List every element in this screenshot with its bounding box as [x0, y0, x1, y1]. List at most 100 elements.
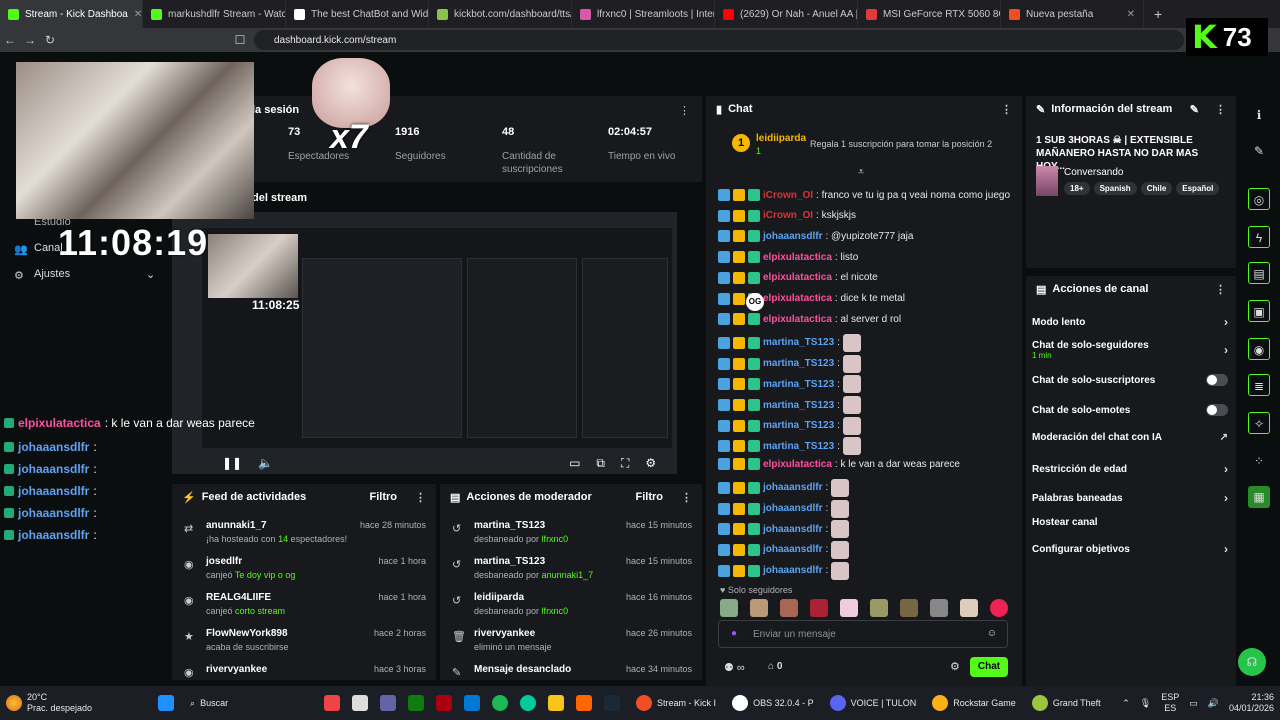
mic-icon[interactable]: 🎙 — [1140, 698, 1151, 709]
mod-item[interactable]: ↺ martina_TS123 desbaneado por lfrxnc0 hace… — [440, 520, 702, 556]
chat-bubble-icon[interactable]: ▣ — [1248, 300, 1270, 322]
feed-filter-button[interactable]: Filtro — [370, 491, 398, 503]
menu-icon[interactable]: ⋮ — [1215, 103, 1226, 116]
forward-icon[interactable]: → — [20, 33, 40, 47]
windows-start-icon[interactable] — [158, 695, 175, 711]
browser-tab[interactable]: (2629) Or Nah - Anuel AA | Sp✕ — [715, 0, 858, 28]
chat-message[interactable]: martina_TS123: — [718, 354, 861, 373]
emote[interactable] — [720, 599, 738, 617]
pip-icon[interactable]: ⧉ — [596, 456, 605, 471]
chat-message[interactable]: elpixulatactica: el nicote — [718, 271, 878, 284]
wrench-icon[interactable]: ✧ — [1248, 412, 1270, 434]
chat-message[interactable]: elpixulatactica: k le van a dar weas par… — [718, 458, 960, 471]
edit-icon[interactable]: ✎ — [1248, 140, 1270, 162]
browser-tab[interactable]: Stream - Kick Dashboa ✕ — [0, 0, 143, 28]
menu-icon[interactable]: ⋮ — [681, 491, 692, 504]
emoji-icon[interactable]: ☺ — [987, 628, 997, 639]
channel-action[interactable]: Restricción de edad › — [1032, 462, 1228, 476]
channel-action[interactable]: Chat de solo-seguidores 1 min › — [1032, 340, 1228, 360]
chat-message[interactable]: johaaansdlfr: — [718, 540, 850, 559]
nav-ajustes[interactable]: Ajustes — [34, 268, 70, 280]
chat-username[interactable]: elpixulatactica — [763, 459, 832, 470]
tag-pill[interactable]: Español — [1176, 182, 1220, 195]
camera-icon[interactable]: ◎ — [1248, 188, 1270, 210]
theater-icon[interactable]: ▭ — [569, 456, 580, 470]
toggle-switch[interactable] — [1206, 404, 1228, 416]
list-icon[interactable]: ≣ — [1248, 374, 1270, 396]
gift-icon[interactable]: ▦ — [1248, 486, 1270, 508]
broadcast-icon[interactable]: ◉ — [1248, 338, 1270, 360]
gift-promo-text[interactable]: Regala 1 suscripción para tomar la posic… — [810, 139, 992, 149]
copilot-icon[interactable] — [324, 695, 341, 711]
emote[interactable] — [870, 599, 888, 617]
taskbar-search[interactable]: ⌕ Buscar — [184, 686, 324, 720]
chat-input[interactable]: ● Enviar un mensaje ☺ — [718, 620, 1008, 648]
network-icon[interactable]: ▭ — [1189, 698, 1198, 709]
chat-username[interactable]: johaaansdlfr — [763, 503, 822, 514]
chat-username[interactable]: martina_TS123 — [763, 420, 834, 431]
tag-pill[interactable]: Chile — [1140, 182, 1173, 195]
clock[interactable]: 21:36 04/01/2026 — [1229, 692, 1274, 714]
menu-icon[interactable]: ⋮ — [415, 491, 426, 504]
send-chat-button[interactable]: Chat — [970, 657, 1008, 677]
chat-username[interactable]: elpixulatactica — [763, 252, 832, 263]
volume-icon[interactable]: 🔈 — [258, 456, 273, 470]
chat-username[interactable]: martina_TS123 — [763, 441, 834, 452]
chat-message[interactable]: johaaansdlfr: @yupizote777 jaja — [718, 230, 913, 243]
chat-message[interactable]: elpixulatactica: listo — [718, 251, 858, 264]
browser-tab[interactable]: Nueva pestaña ✕ — [1001, 0, 1144, 28]
edge-icon[interactable] — [520, 695, 537, 711]
taskbar-app[interactable]: Rockstar Game — [926, 686, 1022, 720]
language-indicator[interactable]: ESP ES — [1161, 692, 1179, 714]
gifter-name[interactable]: leidiiparda — [756, 133, 806, 144]
chat-message[interactable]: johaaansdlfr: — [718, 561, 850, 580]
taskbar-app[interactable]: OBS 32.0.4 - P — [726, 686, 820, 720]
chat-username[interactable]: iCrown_OI — [763, 190, 813, 201]
steam-icon[interactable] — [604, 695, 621, 711]
feed-item[interactable]: ★ FlowNewYork898 acaba de suscribirse hace … — [172, 628, 436, 664]
back-icon[interactable]: ← — [0, 33, 20, 47]
chat-message[interactable]: martina_TS123: — [718, 396, 861, 414]
reload-icon[interactable]: ↻ — [40, 33, 60, 47]
emote[interactable] — [900, 599, 918, 617]
tag-pill[interactable]: Spanish — [1093, 182, 1137, 195]
mod-item[interactable]: ↺ martina_TS123 desbaneado por anunnaki1_7… — [440, 556, 702, 592]
chat-message[interactable]: iCrown_OI: franco ve tu ig pa q veai nom… — [718, 189, 1010, 201]
channel-action[interactable]: Hostear canal — [1032, 517, 1228, 528]
feed-item[interactable]: ◉ REALG4LIIFE canjeó corto stream hace 1 ho… — [172, 592, 436, 628]
taskbar-app[interactable]: VOICE | TULON — [824, 686, 923, 720]
url-field[interactable]: dashboard.kick.com/stream — [254, 30, 1184, 50]
chevron-down-icon[interactable]: ⌄ — [146, 268, 155, 281]
points-display[interactable]: ⌂ 0 — [768, 661, 782, 672]
emote[interactable] — [840, 599, 858, 617]
chat-username[interactable]: elpixulatactica — [763, 272, 832, 283]
new-tab-icon[interactable]: + — [1144, 6, 1172, 22]
chevron-up-icon[interactable]: ⌃ — [1122, 698, 1130, 709]
channel-action[interactable]: Moderación del chat con IA ↗ — [1032, 432, 1228, 443]
chat-message[interactable]: johaaansdlfr: — [718, 499, 850, 518]
edit-icon[interactable]: ✎ — [1190, 103, 1199, 116]
store-icon[interactable] — [464, 695, 481, 711]
volume-icon[interactable]: 🔊 — [1208, 698, 1219, 709]
teams-icon[interactable] — [380, 695, 397, 711]
mod-item[interactable]: ↺ leidiiparda desbaneado por lfrxnc0 hace 1… — [440, 592, 702, 628]
folder-icon[interactable] — [548, 695, 565, 711]
mod-tools-icon[interactable]: ⚉ ∞ — [724, 661, 745, 674]
pin-icon[interactable]: ⩡ — [858, 166, 864, 179]
channel-action[interactable]: Modo lento › — [1032, 315, 1228, 329]
browser-tab[interactable]: MSI GeForce RTX 5060 8G SHA✕ — [858, 0, 1001, 28]
channel-action[interactable]: Chat de solo-emotes — [1032, 404, 1228, 416]
emote[interactable] — [930, 599, 948, 617]
chat-message[interactable]: martina_TS123: — [718, 416, 861, 435]
chat-username[interactable]: martina_TS123 — [763, 379, 834, 390]
menu-icon[interactable]: ⋮ — [1001, 103, 1012, 116]
toggle-switch[interactable] — [1206, 374, 1228, 386]
chat-username[interactable]: johaaansdlfr — [763, 231, 822, 242]
feed-item[interactable]: ⇄ anunnaki1_7 ¡ha hosteado con 14 espectad… — [172, 520, 436, 556]
bookmark-icon[interactable]: ☐ — [230, 33, 250, 47]
chat-message[interactable]: johaaansdlfr: — [718, 520, 850, 539]
menu-icon[interactable]: ⋮ — [679, 104, 690, 117]
close-icon[interactable]: ✕ — [134, 9, 142, 20]
chat-message[interactable]: elpixulatactica: al server d rol — [718, 313, 901, 326]
support-icon[interactable]: ☊ — [1238, 648, 1266, 676]
